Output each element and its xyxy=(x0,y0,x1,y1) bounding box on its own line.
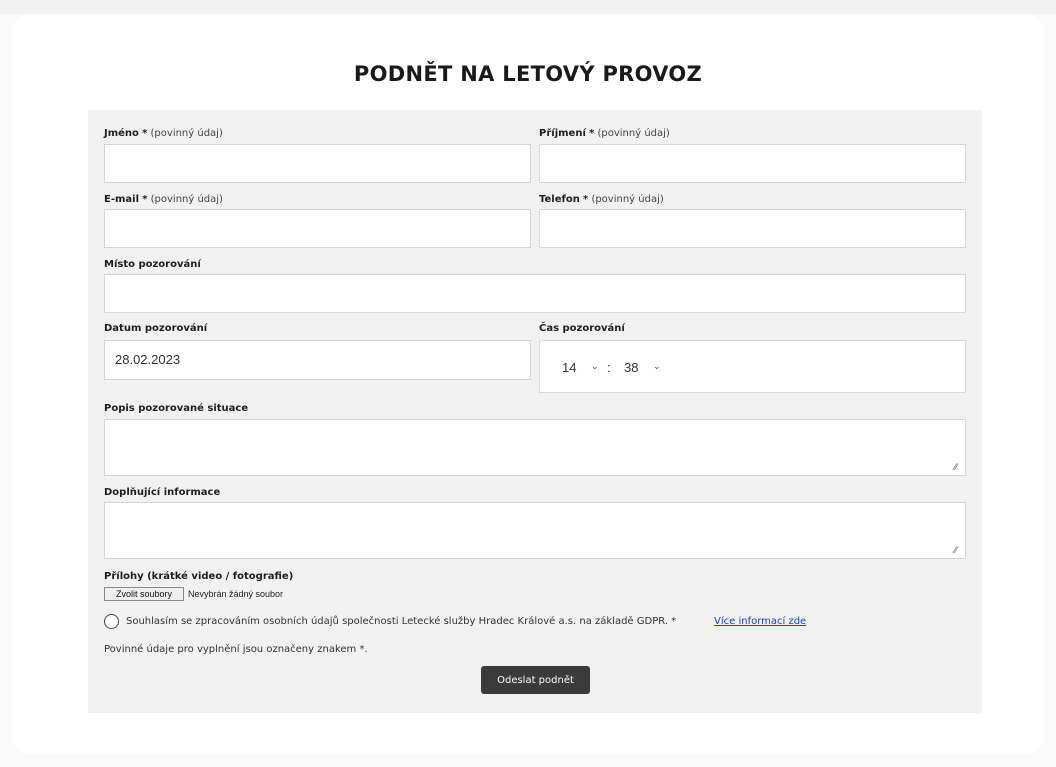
additional-label: Doplňující informace xyxy=(104,487,221,498)
last-name-input[interactable] xyxy=(539,144,966,183)
required-note: Povinné údaje pro vyplnění jsou označeny… xyxy=(104,644,368,655)
chevron-down-icon[interactable]: ⌄ xyxy=(591,362,599,372)
email-input[interactable] xyxy=(104,209,531,248)
description-label: Popis pozorované situace xyxy=(104,403,249,414)
time-label: Čas pozorování xyxy=(539,323,625,334)
page-title: PODNĚT NA LETOVÝ PROVOZ xyxy=(353,62,703,86)
choose-files-button[interactable]: Zvolit soubory xyxy=(104,587,184,601)
additional-textarea[interactable]: ⁄⁄ xyxy=(104,502,966,559)
more-info-link[interactable]: Více informací zde xyxy=(714,616,806,627)
file-status: Nevybrán žádný soubor xyxy=(188,589,284,599)
time-hour-select[interactable]: 14 xyxy=(562,360,576,375)
time-input: 14 ⌄ : 38 ⌄ xyxy=(539,340,966,393)
first-name-label: Jméno * (povinný údaj) xyxy=(104,128,223,139)
first-name-input[interactable] xyxy=(104,144,531,183)
attachments-label: Přílohy (krátké video / fotografie) xyxy=(104,571,294,582)
last-name-label: Příjmení * (povinný údaj) xyxy=(539,128,670,139)
top-band xyxy=(0,0,1056,14)
date-input[interactable]: 28.02.2023 xyxy=(104,340,531,380)
resize-handle-icon[interactable]: ⁄⁄ xyxy=(954,464,962,473)
consent-text: Souhlasím se zpracováním osobních údajů … xyxy=(126,616,677,627)
description-textarea[interactable]: ⁄⁄ xyxy=(104,419,966,476)
chevron-down-icon[interactable]: ⌄ xyxy=(653,362,661,372)
date-value: 28.02.2023 xyxy=(115,352,181,367)
consent-radio[interactable] xyxy=(104,614,119,629)
date-label: Datum pozorování xyxy=(104,323,208,334)
place-label: Místo pozorování xyxy=(104,259,201,270)
phone-label: Telefon * (povinný údaj) xyxy=(539,194,664,205)
submit-button[interactable]: Odeslat podnět xyxy=(481,666,590,694)
email-label: E-mail * (povinný údaj) xyxy=(104,194,223,205)
time-minute-select[interactable]: 38 xyxy=(624,360,638,375)
place-input[interactable] xyxy=(104,274,966,313)
phone-input[interactable] xyxy=(539,209,966,248)
time-separator: : xyxy=(607,360,611,375)
resize-handle-icon[interactable]: ⁄⁄ xyxy=(954,547,962,556)
